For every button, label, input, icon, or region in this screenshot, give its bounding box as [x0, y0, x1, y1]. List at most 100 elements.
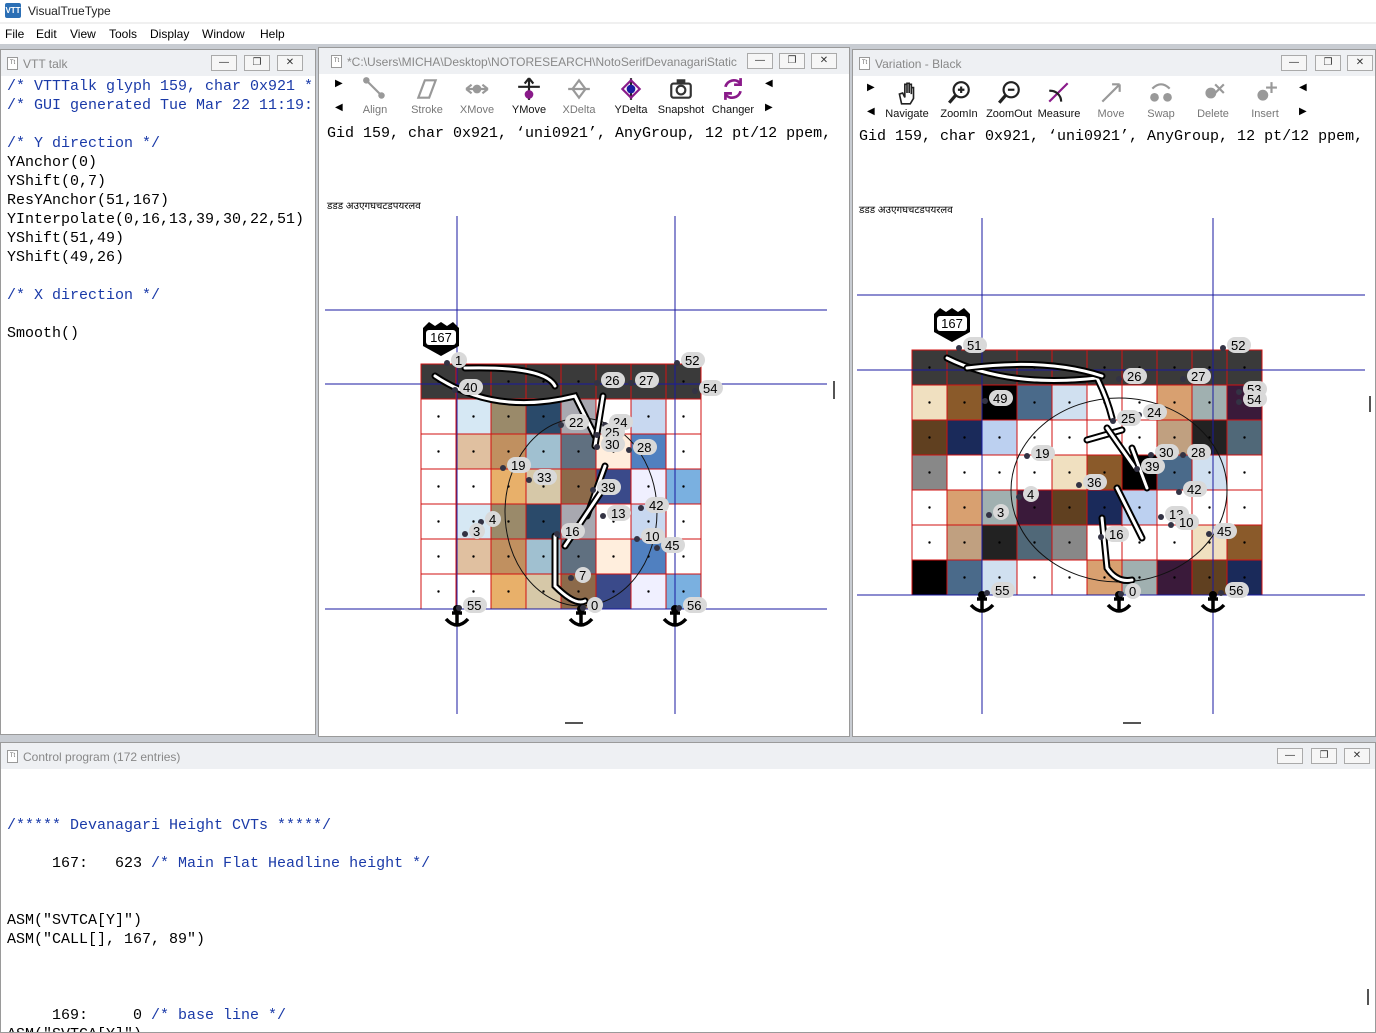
- pixel-center-dot: [1173, 471, 1176, 474]
- control-point: [444, 360, 450, 366]
- restore-button[interactable]: ❐: [1315, 55, 1341, 71]
- pixel-center-dot: [1033, 576, 1036, 579]
- pixel-center-dot: [1173, 366, 1176, 369]
- point-label: 24: [1143, 404, 1167, 420]
- toolbar-more-right-icon[interactable]: ▶: [1299, 106, 1307, 117]
- minimize-button[interactable]: —: [747, 53, 773, 69]
- pixel-center-dot: [928, 506, 931, 509]
- pixel-center-dot: [507, 415, 510, 418]
- vertical-scroll-thumb[interactable]: [1369, 396, 1371, 412]
- svg-text:1: 1: [455, 353, 462, 368]
- tool-measure-button[interactable]: Measure: [1033, 80, 1085, 120]
- pixel-center-dot: [542, 520, 545, 523]
- svg-text:56: 56: [1229, 583, 1243, 598]
- control-point: [986, 512, 992, 518]
- tool-delete-button[interactable]: Delete: [1187, 80, 1239, 120]
- control-program-title: Control program (172 entries): [23, 750, 181, 764]
- svg-text:52: 52: [1231, 338, 1245, 353]
- tool-align-button[interactable]: Align: [349, 76, 401, 116]
- horizontal-scroll-thumb[interactable]: [565, 722, 583, 724]
- vertical-scroll-thumb[interactable]: [833, 381, 835, 399]
- toolbar-scroll-right-icon[interactable]: ▶: [335, 78, 343, 89]
- close-button[interactable]: ✕: [1344, 748, 1370, 764]
- menu-file[interactable]: File: [5, 27, 24, 41]
- tool-navigate-button[interactable]: Navigate: [881, 80, 933, 120]
- tool-swap-button[interactable]: Swap: [1135, 80, 1187, 120]
- pixel-center-dot: [1208, 506, 1211, 509]
- svg-text:40: 40: [463, 380, 477, 395]
- tool-stroke-button[interactable]: Stroke: [401, 76, 453, 116]
- pixel-center-dot: [998, 576, 1001, 579]
- tool-snapshot-button[interactable]: Snapshot: [655, 76, 707, 116]
- tool-label: YDelta: [614, 104, 648, 116]
- svg-text:26: 26: [1127, 369, 1141, 384]
- tool-zoomin-button[interactable]: ZoomIn: [933, 80, 985, 120]
- vtt-talk-window: Tt VTT talk — ❐ ✕ /* VTTTalk glyph 159, …: [0, 49, 316, 735]
- minimize-button[interactable]: —: [1277, 748, 1303, 764]
- toolbar-scroll-left-icon[interactable]: ◀: [335, 102, 343, 113]
- tool-insert-button[interactable]: Insert: [1239, 80, 1291, 120]
- tool-label: Align: [362, 104, 388, 116]
- menu-tools[interactable]: Tools: [109, 27, 137, 41]
- menu-display[interactable]: Display: [150, 27, 189, 41]
- tool-label: Stroke: [411, 104, 443, 116]
- code-line: ResYAnchor(51,167): [7, 192, 170, 209]
- restore-button[interactable]: ❐: [1311, 748, 1337, 764]
- menu-window[interactable]: Window: [202, 27, 245, 41]
- pixel-center-dot: [682, 520, 685, 523]
- pixel-center-dot: [963, 506, 966, 509]
- tool-xmove-button[interactable]: XMove: [451, 76, 503, 116]
- horizontal-scroll-thumb[interactable]: [1123, 722, 1141, 724]
- menu-view[interactable]: View: [70, 27, 96, 41]
- pixel-center-dot: [647, 520, 650, 523]
- vtt-talk-editor[interactable]: /* VTTTalk glyph 159, char 0x921 * /* GUI…: [1, 76, 315, 732]
- pixel-center-dot: [1138, 541, 1141, 544]
- tool-xdelta-button[interactable]: XDelta: [553, 76, 605, 116]
- pixel-center-dot: [998, 541, 1001, 544]
- toolbar-scroll-left-icon[interactable]: ◀: [867, 106, 875, 117]
- pixel-center-dot: [1208, 471, 1211, 474]
- close-button[interactable]: ✕: [277, 55, 303, 71]
- vertical-scroll-thumb[interactable]: [1367, 989, 1369, 1005]
- restore-button[interactable]: ❐: [779, 53, 805, 69]
- menu-edit[interactable]: Edit: [36, 27, 57, 41]
- tool-move-button[interactable]: Move: [1085, 80, 1137, 120]
- restore-button[interactable]: ❐: [244, 55, 270, 71]
- variation-canvas[interactable]: 16751 524926 272425535419 30 2843639423 13104…: [857, 218, 1365, 714]
- pixel-center-dot: [647, 415, 650, 418]
- minimize-button[interactable]: —: [211, 55, 237, 71]
- point-label: 25: [1117, 410, 1141, 426]
- minimize-button[interactable]: —: [1281, 55, 1307, 71]
- close-button[interactable]: ✕: [811, 53, 837, 69]
- tool-zoomout-button[interactable]: ZoomOut: [983, 80, 1035, 120]
- tool-ydelta-button[interactable]: YDelta: [605, 76, 657, 116]
- tool-ymove-button[interactable]: YMove: [503, 76, 555, 116]
- menu-help[interactable]: Help: [260, 27, 285, 41]
- pixel-center-dot: [1208, 576, 1211, 579]
- toolbar-more-right-icon[interactable]: ▶: [765, 102, 773, 113]
- point-label: 52: [1227, 337, 1251, 353]
- pixel-center-dot: [928, 366, 931, 369]
- svg-text:30: 30: [1159, 445, 1173, 460]
- toolbar-scroll-right-icon[interactable]: ▶: [867, 82, 875, 93]
- glyph-titlebar: Tt *C:\Users\MICHA\Desktop\NOTORESEARCH\…: [319, 48, 849, 74]
- glyph-window-title: *C:\Users\MICHA\Desktop\NOTORESEARCH\Not…: [347, 55, 737, 69]
- glyph-canvas[interactable]: 167140 26 27525422 242530 281933394243 161310…: [325, 216, 827, 714]
- delete-icon: [1205, 83, 1225, 99]
- point-label: 10: [1175, 514, 1199, 530]
- control-point: [1236, 389, 1242, 395]
- toolbar-more-left-icon[interactable]: ◀: [1299, 82, 1307, 93]
- pixel-center-dot: [1173, 401, 1176, 404]
- point-label: 26: [1123, 368, 1147, 384]
- tool-changer-button[interactable]: Changer: [707, 76, 759, 116]
- point-label: 45: [661, 537, 685, 553]
- pixel-center-dot: [507, 590, 510, 593]
- control-point: [580, 605, 586, 611]
- control-program-editor[interactable]: /***** Devanagari Height CVTs *****/ 167…: [1, 769, 1361, 1032]
- close-button[interactable]: ✕: [1347, 55, 1373, 71]
- control-point: [1158, 514, 1164, 520]
- cvt-shield-icon: 167: [423, 322, 459, 356]
- toolbar-more-left-icon[interactable]: ◀: [765, 78, 773, 89]
- point-label: 36: [1083, 474, 1107, 490]
- control-point: [1118, 591, 1124, 597]
